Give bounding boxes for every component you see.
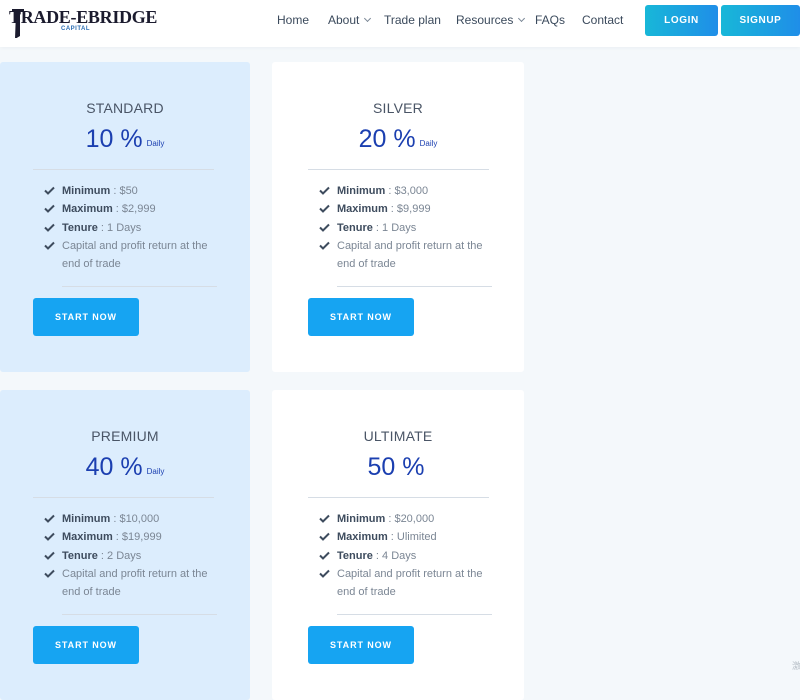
divider (62, 614, 217, 615)
feature-note: Capital and profit return at the end of … (337, 568, 483, 598)
check-icon (44, 223, 55, 232)
feature-note: Capital and profit return at the end of … (337, 240, 483, 270)
plan-name: STANDARD (86, 100, 164, 116)
nav-trade-plan[interactable]: Trade plan (384, 13, 441, 27)
check-icon (319, 551, 330, 560)
brand-name: TRADE-EBRIDGE (9, 7, 158, 27)
feature-note: Capital and profit return at the end of … (62, 240, 208, 270)
plan-rate-value: 50 % (367, 453, 425, 481)
chevron-down-icon (364, 14, 372, 23)
feature-tenure: Tenure : 4 Days (337, 550, 417, 562)
site-header: TRADE-EBRIDGE CAPITAL Home About Trade p… (0, 0, 800, 47)
start-now-button[interactable]: START NOW (33, 298, 139, 336)
feature-tenure: Tenure : 2 Days (62, 550, 142, 562)
check-icon (319, 569, 330, 578)
nav-faqs[interactable]: FAQs (535, 13, 565, 27)
nav-home[interactable]: Home (277, 13, 309, 27)
feature-minimum: Minimum : $10,000 (62, 513, 160, 525)
feature-tenure: Tenure : 1 Days (337, 222, 417, 234)
check-icon (44, 569, 55, 578)
feature-minimum: Minimum : $50 (62, 185, 138, 197)
check-icon (44, 551, 55, 560)
check-icon (319, 186, 330, 195)
plan-name: PREMIUM (91, 428, 159, 444)
plan-rate-period: Daily (146, 467, 165, 476)
divider (62, 286, 217, 287)
divider (337, 286, 492, 287)
plan-rate-value: 10 % (85, 125, 143, 153)
brand-sub: CAPITAL (61, 26, 91, 32)
start-now-button[interactable]: START NOW (308, 298, 414, 336)
nav-contact[interactable]: Contact (582, 13, 623, 27)
divider (308, 497, 489, 498)
login-button[interactable]: LOGIN (645, 5, 718, 36)
check-icon (319, 514, 330, 523)
nav-about[interactable]: About (328, 13, 372, 27)
check-icon (44, 186, 55, 195)
feature-minimum: Minimum : $20,000 (337, 513, 435, 525)
check-icon (319, 241, 330, 250)
plan-card-silver: SILVER 20 % Daily Minimum : $3,000 Maximu… (272, 62, 524, 372)
plan-card-standard: STANDARD 10 % Daily Minimum : $50 Maximum… (0, 62, 250, 372)
check-icon (44, 532, 55, 541)
feature-maximum: Maximum : $9,999 (337, 203, 431, 215)
nav-resources[interactable]: Resources (456, 13, 526, 27)
feature-tenure: Tenure : 1 Days (62, 222, 142, 234)
plan-rate: 10 % Daily (0, 125, 250, 154)
plan-name: ULTIMATE (363, 428, 433, 444)
check-icon (44, 241, 55, 250)
nav-resources-label: Resources (456, 13, 514, 27)
divider (33, 497, 214, 498)
feature-maximum: Maximum : Ulimited (337, 531, 437, 543)
chevron-down-icon (518, 14, 526, 23)
check-icon (319, 532, 330, 541)
plan-rate-value: 20 % (358, 125, 416, 153)
plan-rate-period: Daily (419, 139, 438, 148)
plan-rate: 20 % Daily (272, 125, 524, 154)
feature-minimum: Minimum : $3,000 (337, 185, 429, 197)
plan-rate-period: Daily (146, 139, 165, 148)
check-icon (44, 204, 55, 213)
plan-rate-value: 40 % (85, 453, 143, 481)
divider (308, 169, 489, 170)
feature-maximum: Maximum : $19,999 (62, 531, 162, 543)
check-icon (44, 514, 55, 523)
check-icon (319, 223, 330, 232)
plan-card-ultimate: ULTIMATE 50 % Minimum : $20,000 Maximum … (272, 390, 524, 700)
brand-logo[interactable]: TRADE-EBRIDGE CAPITAL (9, 6, 157, 38)
plan-name: SILVER (373, 100, 423, 116)
divider (337, 614, 492, 615)
divider (33, 169, 214, 170)
nav-about-label: About (328, 13, 360, 27)
plan-rate: 40 % Daily (0, 453, 250, 482)
feature-note: Capital and profit return at the end of … (62, 568, 208, 598)
start-now-button[interactable]: START NOW (308, 626, 414, 664)
watermark: 激 (792, 661, 800, 671)
start-now-button[interactable]: START NOW (33, 626, 139, 664)
signup-button[interactable]: SIGNUP (721, 5, 800, 36)
feature-maximum: Maximum : $2,999 (62, 203, 156, 215)
plan-card-premium: PREMIUM 40 % Daily Minimum : $10,000 Maxi… (0, 390, 250, 700)
check-icon (319, 204, 330, 213)
plan-rate: 50 % (272, 453, 524, 482)
